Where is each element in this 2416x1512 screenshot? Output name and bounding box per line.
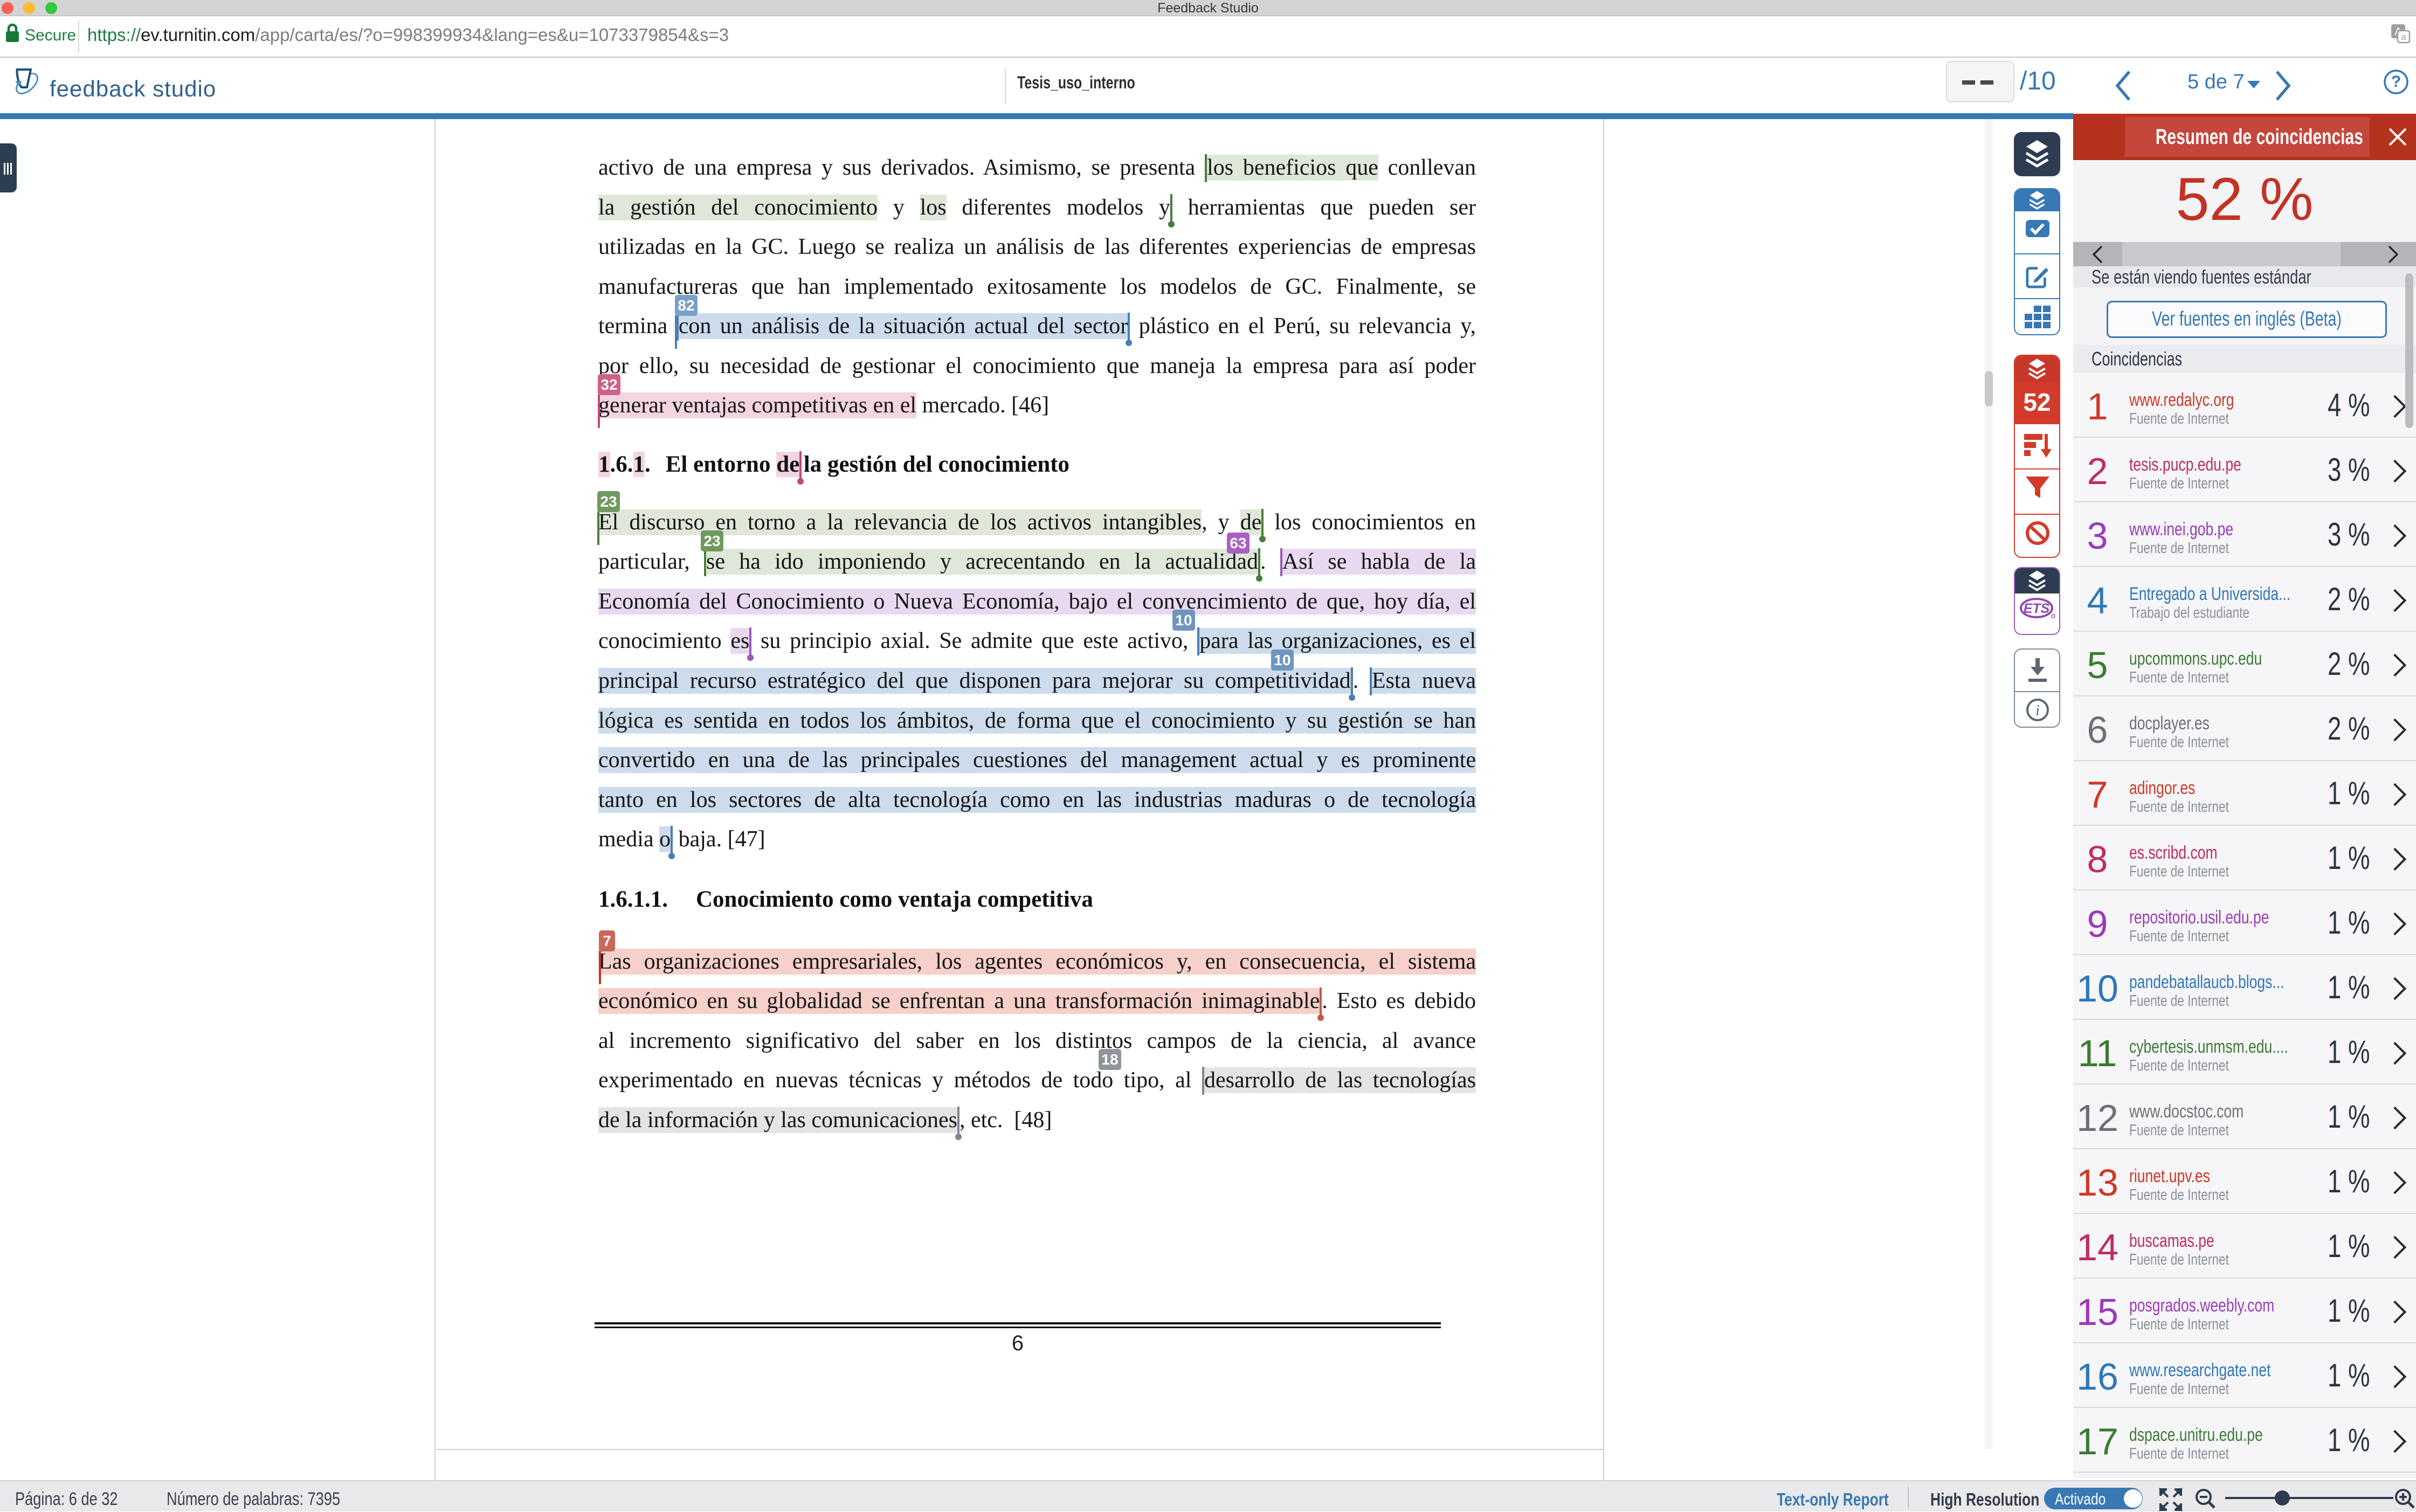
svg-text:?: ? [2391, 73, 2401, 91]
svg-text:i: i [2035, 702, 2040, 719]
svg-text:a: a [2401, 32, 2406, 42]
svg-text:ETS: ETS [2024, 601, 2050, 616]
